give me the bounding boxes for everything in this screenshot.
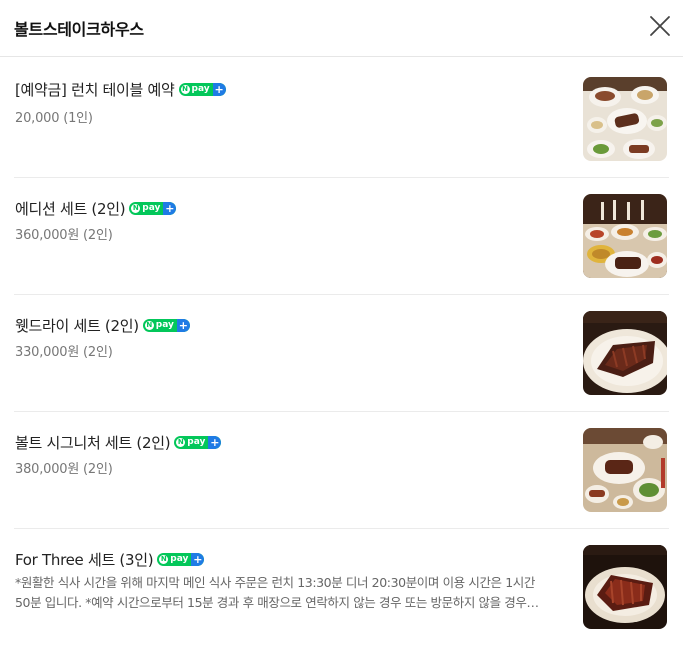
npay-n-mark: N	[159, 555, 169, 564]
menu-item-wet-dry-set[interactable]: 웻드라이 세트 (2인) N pay + 330,000원 (2인)	[0, 295, 683, 412]
wet-dry-set-photo	[583, 311, 667, 395]
menu-item-price: 360,000원 (2인)	[15, 228, 113, 243]
npay-plus-mark: +	[208, 436, 222, 449]
npay-pay-text: pay	[142, 203, 161, 213]
menu-item-name: 에디션 세트 (2인)	[15, 200, 126, 218]
npay-n-mark: N	[180, 85, 190, 94]
menu-item-name: [예약금] 런치 테이블 예약	[15, 81, 175, 99]
npay-n-mark: N	[131, 204, 141, 213]
npay-plus-mark: +	[163, 202, 177, 215]
npay-plus-icon: N pay +	[129, 202, 177, 215]
menu-item-signature-set[interactable]: 볼트 시그니처 세트 (2인) N pay + 380,000원 (2인)	[0, 412, 683, 529]
menu-item-price: 380,000원 (2인)	[15, 462, 113, 477]
npay-plus-icon: N pay +	[178, 83, 226, 96]
npay-plus-icon: N pay +	[157, 553, 205, 566]
menu-item-name: For Three 세트 (3인)	[15, 551, 154, 569]
menu-item-name: 웻드라이 세트 (2인)	[15, 317, 139, 335]
npay-n-mark: N	[144, 321, 154, 330]
edition-set-photo	[583, 194, 667, 278]
menu-item-edition-set[interactable]: 에디션 세트 (2인) N pay + 360,000원 (2인)	[0, 178, 683, 295]
menu-item-name-row: [예약금] 런치 테이블 예약 N pay +	[15, 79, 226, 100]
menu-item-price: 20,000 (1인)	[15, 111, 93, 126]
signature-set-photo	[583, 428, 667, 512]
modal-header: 볼트스테이크하우스	[0, 0, 683, 57]
npay-plus-icon: N pay +	[142, 319, 190, 332]
npay-plus-icon: N pay +	[174, 436, 222, 449]
menu-item-name-row: 볼트 시그니처 세트 (2인) N pay +	[15, 432, 222, 453]
menu-item-name-row: 웻드라이 세트 (2인) N pay +	[15, 315, 190, 336]
menu-item-price: 330,000원 (2인)	[15, 345, 113, 360]
npay-plus-mark: +	[191, 553, 205, 566]
menu-item-description-line-2: 50분 입니다. *예약 시간으로부터 15분 경과 후 매장으로 연락하지 않…	[15, 595, 539, 610]
npay-pay-text: pay	[170, 554, 189, 564]
npay-n-mark: N	[176, 438, 186, 447]
menu-item-description-line-1: *원활한 식사 시간을 위해 마지막 메인 식사 주문은 런치 13:30분 디…	[15, 575, 535, 590]
store-title: 볼트스테이크하우스	[14, 20, 144, 39]
menu-item-for-three-set[interactable]: For Three 세트 (3인) N pay + *원활한 식사 시간을 위해…	[0, 529, 683, 649]
menu-item-name: 볼트 시그니처 세트 (2인)	[15, 434, 171, 452]
npay-pay-text: pay	[155, 320, 174, 330]
npay-pay-text: pay	[187, 437, 206, 447]
menu-item-lunch-table[interactable]: [예약금] 런치 테이블 예약 N pay + 20,000 (1인)	[0, 57, 683, 178]
close-icon[interactable]	[649, 15, 671, 37]
menu-item-name-row: For Three 세트 (3인) N pay +	[15, 549, 205, 570]
lunch-table-photo	[583, 77, 667, 161]
for-three-set-photo	[583, 545, 667, 629]
npay-pay-text: pay	[191, 84, 210, 94]
menu-item-name-row: 에디션 세트 (2인) N pay +	[15, 198, 177, 219]
npay-plus-mark: +	[176, 319, 190, 332]
npay-plus-mark: +	[212, 83, 226, 96]
